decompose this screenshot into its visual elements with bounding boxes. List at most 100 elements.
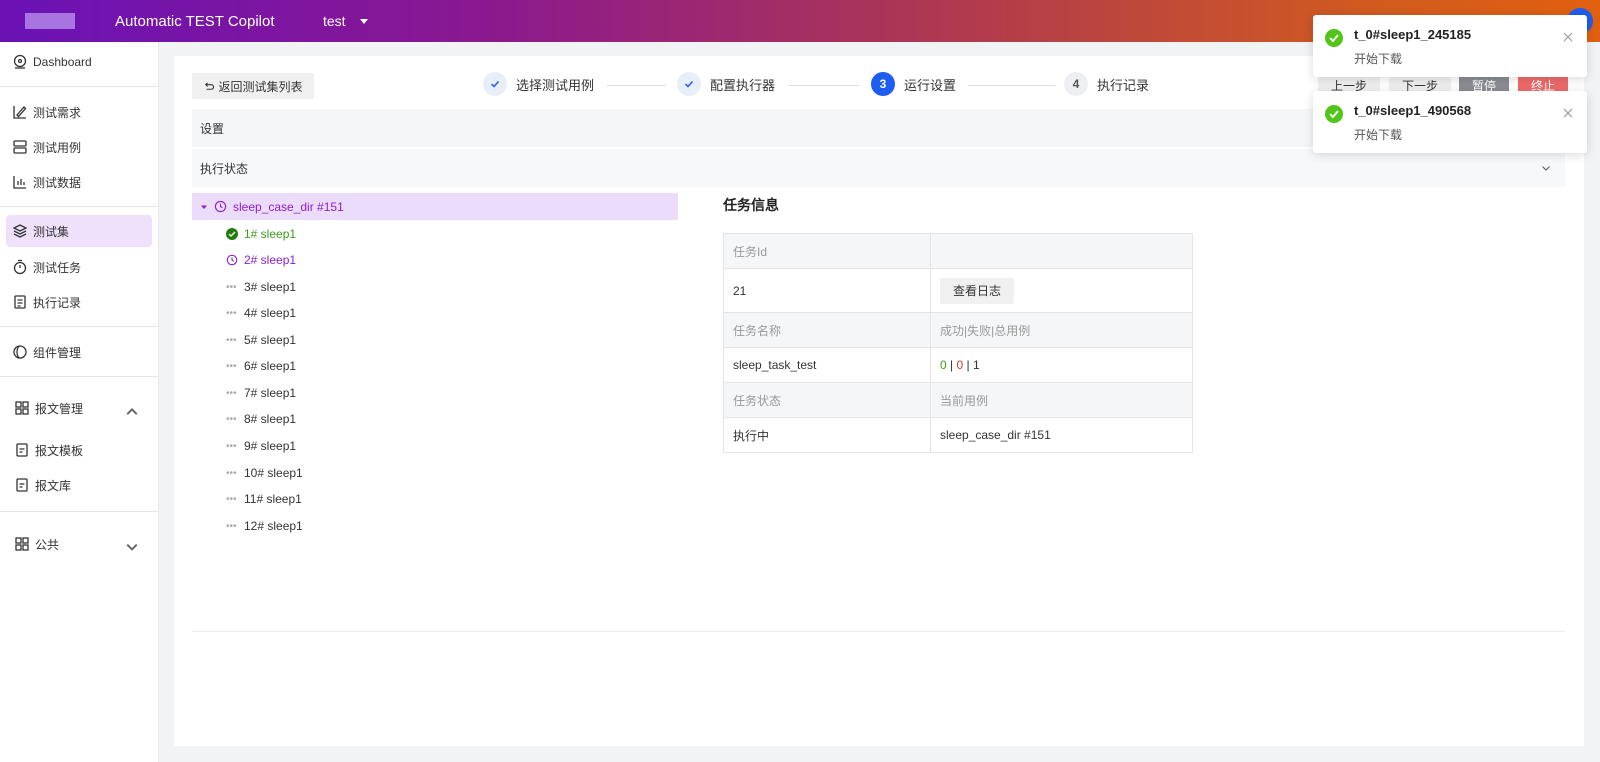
sidebar-divider	[0, 511, 159, 512]
step-label: 运行设置	[904, 77, 957, 93]
step-select-cases[interactable]: 选择测试用例	[483, 72, 594, 96]
pending-dots-icon: •••	[226, 334, 237, 346]
sidebar-item-label: 测试需求	[33, 105, 82, 120]
timer-icon	[13, 259, 27, 275]
table-row: 任务状态 当前用例	[723, 382, 1193, 418]
check-icon	[483, 72, 507, 96]
log-cell: 查看日志	[930, 268, 1193, 313]
app-logo[interactable]	[25, 13, 75, 29]
tree-item[interactable]: 1# sleep1	[226, 224, 296, 244]
tree-item[interactable]: ••• 11# sleep1	[226, 489, 302, 509]
table-row: sleep_task_test 0 | 0 | 1	[723, 347, 1193, 383]
sidebar-item-label: 测试数据	[33, 175, 82, 190]
sidebar-item-public[interactable]: 公共	[6, 528, 152, 560]
step-label: 配置执行器	[710, 77, 776, 93]
close-icon[interactable]	[1563, 108, 1573, 118]
back-to-suite-list-button[interactable]: 返回测试集列表	[192, 73, 314, 99]
tree-item[interactable]: ••• 9# sleep1	[226, 436, 296, 456]
sidebar-item-dashboard[interactable]: Dashboard	[6, 46, 152, 78]
tree-item[interactable]: ••• 7# sleep1	[226, 383, 296, 403]
tree-item-label: 3# sleep1	[244, 280, 297, 294]
sidebar-divider	[0, 326, 159, 327]
step-run-settings[interactable]: 3 运行设置	[871, 72, 956, 96]
sidebar-item-message-mgmt[interactable]: 报文管理	[6, 392, 152, 424]
task-status-value: 执行中	[723, 417, 931, 453]
toast-notification: t_0#sleep1_245185 开始下载	[1313, 15, 1587, 77]
step-execution-records[interactable]: 4 执行记录	[1064, 72, 1149, 96]
status-panel-title: 执行状态	[200, 161, 249, 176]
sidebar-divider	[0, 86, 159, 87]
back-button-label: 返回测试集列表	[218, 79, 303, 94]
layers-icon	[12, 224, 28, 238]
sidebar-item-cases[interactable]: 测试用例	[6, 131, 152, 163]
tree-item-label: 11# sleep1	[244, 492, 302, 506]
step-label: 选择测试用例	[516, 77, 595, 93]
sidebar-item-label: Dashboard	[33, 55, 92, 69]
doc-icon	[16, 478, 28, 492]
tree-item[interactable]: ••• 6# sleep1	[226, 356, 296, 376]
tree-item[interactable]: ••• 10# sleep1	[226, 463, 303, 483]
tree-item[interactable]: ••• 12# sleep1	[226, 516, 303, 536]
tree-root-label: sleep_case_dir #151	[233, 199, 344, 214]
step-connector	[788, 85, 859, 86]
pending-dots-icon: •••	[226, 467, 237, 479]
tree-item-label: 9# sleep1	[244, 439, 297, 453]
current-case-header: 当前用例	[930, 382, 1193, 418]
pending-dots-icon: •••	[226, 281, 237, 293]
current-case-value: sleep_case_dir #151	[930, 417, 1193, 453]
pending-dots-icon: •••	[226, 360, 237, 372]
clock-icon	[226, 254, 238, 266]
tree-item[interactable]: 2# sleep1	[226, 250, 296, 270]
step-configure-executor[interactable]: 配置执行器	[677, 72, 775, 96]
sidebar-item-message-library[interactable]: 报文库	[6, 469, 152, 501]
sidebar-item-requirements[interactable]: 测试需求	[6, 96, 152, 128]
grid-icon	[15, 537, 29, 551]
task-name-value: sleep_task_test	[723, 347, 931, 383]
tree-item-label: 2# sleep1	[244, 253, 297, 267]
table-row: 21 查看日志	[723, 268, 1193, 313]
success-check-icon	[1325, 105, 1343, 123]
sidebar-divider	[0, 376, 159, 377]
status-panel-header[interactable]: 执行状态	[192, 149, 1565, 187]
check-icon	[677, 72, 701, 96]
result-value: 0 | 0 | 1	[930, 347, 1193, 383]
toast-message: 开始下载	[1354, 52, 1403, 66]
sidebar-item-records[interactable]: 执行记录	[6, 286, 152, 318]
close-icon[interactable]	[1563, 32, 1573, 42]
view-log-button[interactable]: 查看日志	[940, 277, 1014, 304]
tree-item[interactable]: ••• 4# sleep1	[226, 303, 296, 323]
pending-dots-icon: •••	[226, 413, 237, 425]
dashboard-icon	[13, 54, 27, 69]
empty-header-cell	[930, 233, 1193, 269]
tree-item[interactable]: ••• 3# sleep1	[226, 277, 296, 297]
task-info-title: 任务信息	[723, 197, 779, 213]
table-row: 任务Id	[723, 233, 1193, 269]
grid-icon	[15, 401, 29, 415]
sidebar-item-data[interactable]: 测试数据	[6, 166, 152, 198]
task-id-header: 任务Id	[723, 233, 931, 269]
return-icon	[205, 81, 215, 90]
tree-root-node[interactable]: sleep_case_dir #151	[192, 193, 678, 220]
tree-item[interactable]: ••• 5# sleep1	[226, 330, 296, 350]
total-count: 1	[973, 358, 980, 372]
step-connector	[607, 85, 666, 86]
task-info-table: 任务Id 21 查看日志 任务名称 成功|失败|总用例 sleep_task_t…	[723, 233, 1193, 453]
chevron-up-icon	[126, 408, 138, 415]
sidebar-item-components[interactable]: 组件管理	[6, 336, 152, 368]
chevron-down-icon	[1542, 166, 1550, 171]
table-row: 执行中 sleep_case_dir #151	[723, 417, 1193, 453]
tree-item[interactable]: ••• 8# sleep1	[226, 409, 296, 429]
sidebar-item-message-template[interactable]: 报文模板	[6, 434, 152, 466]
fail-count: 0	[956, 358, 964, 372]
project-selector[interactable]: test	[323, 13, 368, 29]
toast-title: t_0#sleep1_490568	[1354, 103, 1472, 118]
pending-dots-icon: •••	[226, 387, 237, 399]
sidebar-divider	[0, 206, 159, 207]
content-divider	[192, 631, 1565, 632]
result-header: 成功|失败|总用例	[930, 312, 1193, 348]
sidebar-item-test-suite[interactable]: 测试集	[6, 215, 152, 247]
sidebar-item-tasks[interactable]: 测试任务	[6, 251, 152, 283]
toast-notification: t_0#sleep1_490568 开始下载	[1313, 91, 1587, 153]
tree-item-label: 1# sleep1	[244, 227, 297, 241]
task-id-value: 21	[723, 268, 931, 313]
